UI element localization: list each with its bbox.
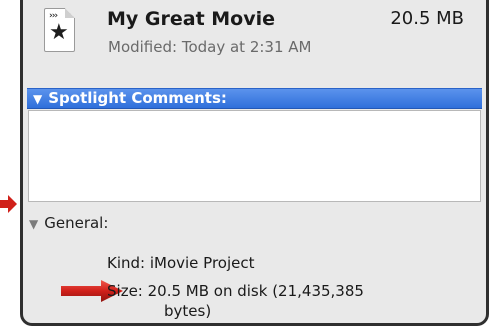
star-icon: ★ bbox=[49, 20, 69, 45]
imovie-project-file-icon: ››› ★ bbox=[44, 8, 75, 52]
page: ››› ★ My Great Movie 20.5 MB Modified: T… bbox=[0, 0, 494, 329]
file-size: 20.5 MB bbox=[390, 8, 464, 29]
spotlight-comments-label: Spotlight Comments: bbox=[48, 89, 227, 107]
info-panel: ››› ★ My Great Movie 20.5 MB Modified: T… bbox=[20, 0, 489, 326]
size-row-continued: bytes) bbox=[164, 302, 212, 320]
disclosure-triangle-icon[interactable]: ▼ bbox=[33, 90, 42, 109]
page-fold bbox=[65, 8, 75, 18]
disclosure-triangle-icon[interactable]: ▼ bbox=[29, 217, 38, 231]
spotlight-comments-header[interactable]: ▼ Spotlight Comments: bbox=[27, 88, 482, 109]
general-label: General: bbox=[44, 214, 109, 232]
spotlight-comments-field[interactable] bbox=[28, 110, 481, 202]
file-name: My Great Movie bbox=[107, 8, 276, 30]
size-row: Size: 20.5 MB on disk (21,435,385 bbox=[107, 282, 364, 300]
modified-date: Modified: Today at 2:31 AM bbox=[108, 38, 312, 56]
general-section-header[interactable]: ▼ General: bbox=[29, 214, 108, 232]
kind-row: Kind: iMovie Project bbox=[107, 254, 255, 272]
red-arrow-pointer-icon bbox=[0, 195, 17, 213]
